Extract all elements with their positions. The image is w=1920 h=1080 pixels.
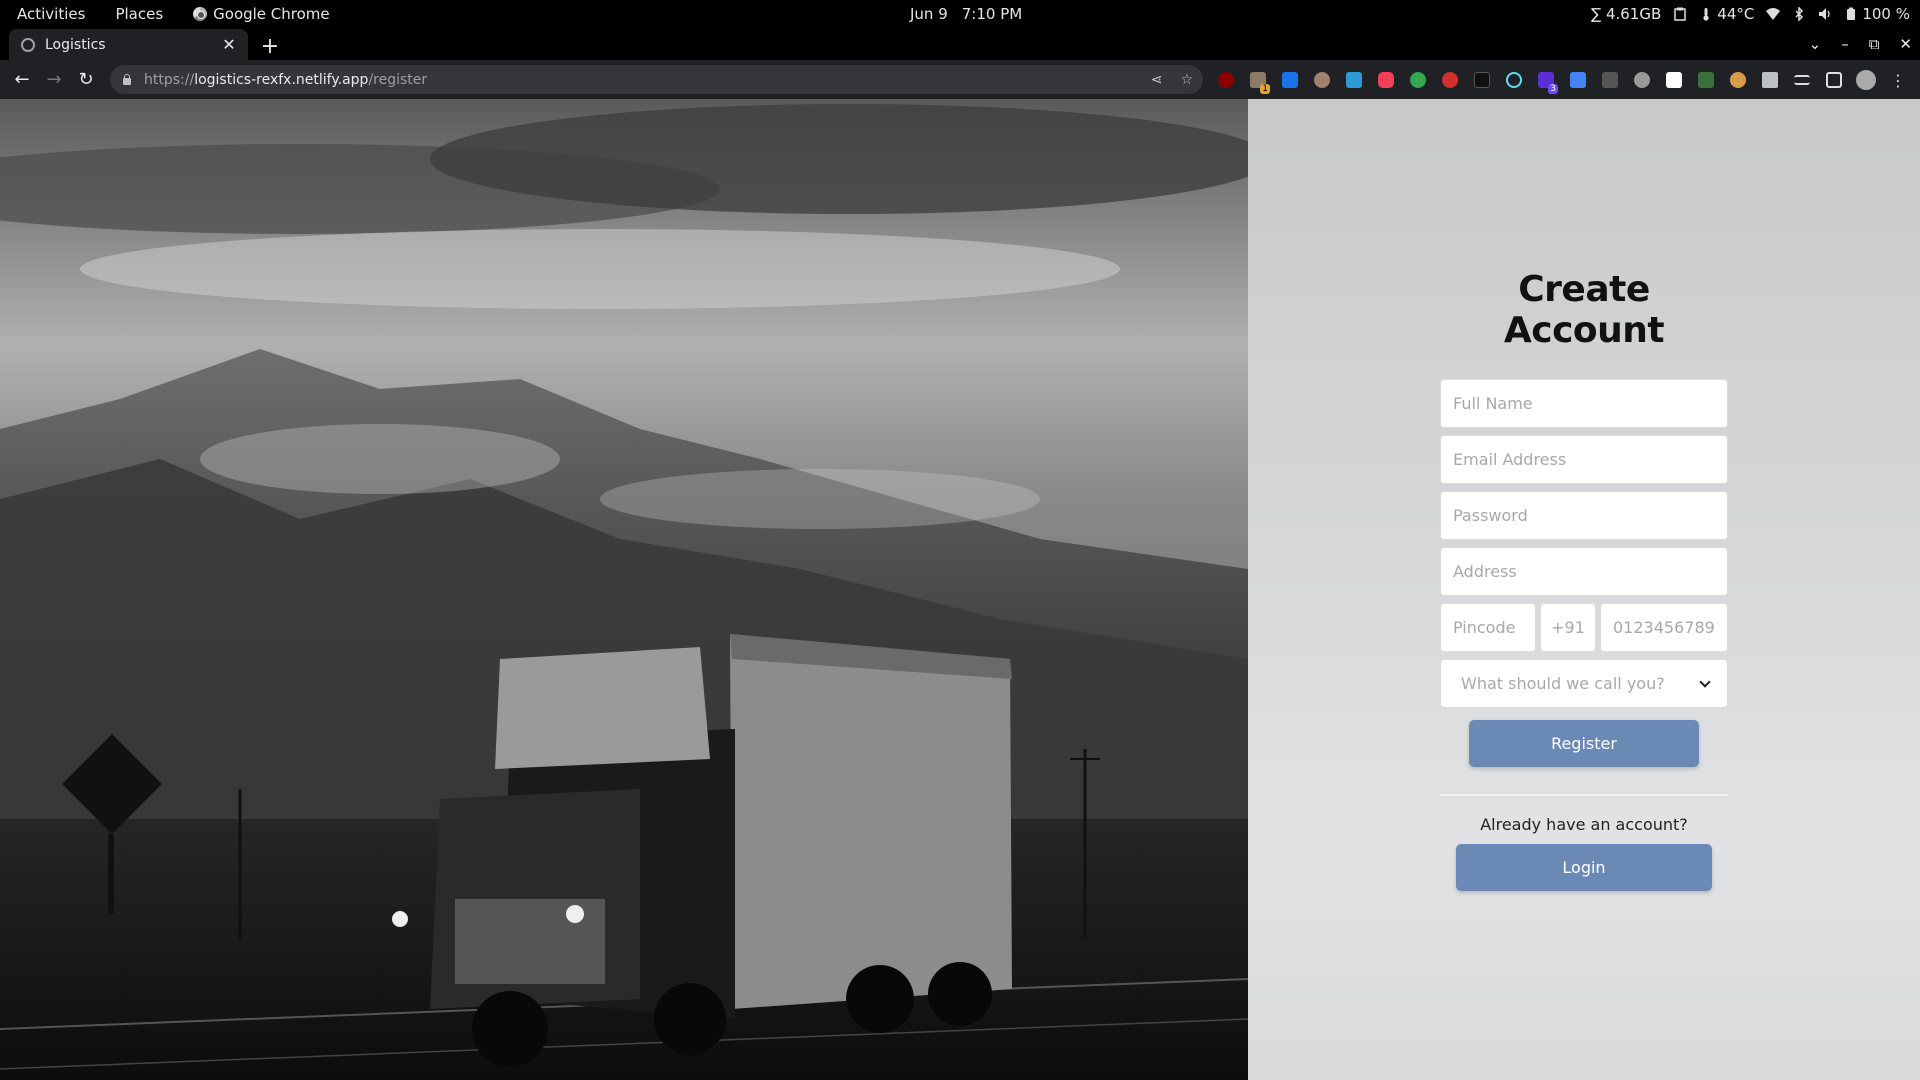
- extension-badge: 1: [1260, 84, 1270, 94]
- pincode-phone-row: Pincode +91 0123456789: [1440, 603, 1728, 652]
- role-select[interactable]: What should we call you?: [1440, 659, 1728, 708]
- register-button[interactable]: Register: [1469, 720, 1699, 767]
- bookmark-extension-icon[interactable]: [1662, 68, 1686, 92]
- battery-icon: [1847, 7, 1856, 20]
- volume-icon[interactable]: [1818, 7, 1832, 21]
- bracket-extension-icon[interactable]: [1598, 68, 1622, 92]
- plus-extension-icon[interactable]: [1406, 68, 1430, 92]
- phone-input[interactable]: 0123456789: [1600, 603, 1728, 652]
- bluetooth-icon[interactable]: [1792, 6, 1806, 21]
- window-extension-icon[interactable]: [1342, 68, 1366, 92]
- tab-logistics[interactable]: Logistics ✕: [9, 29, 248, 60]
- side-panel-icon[interactable]: [1822, 68, 1846, 92]
- url-scheme: https://: [144, 71, 195, 88]
- url-path: /register: [368, 71, 428, 88]
- clock[interactable]: Jun 9 7:10 PM: [910, 0, 1022, 27]
- hero-image-truck: [0, 99, 1248, 1080]
- battery-label: 100 %: [1862, 4, 1910, 23]
- disc-extension-icon[interactable]: [1630, 68, 1654, 92]
- skype-icon[interactable]: [1278, 68, 1302, 92]
- tab-strip: Logistics ✕ + ⌄ – ⧉ ✕: [0, 27, 1920, 60]
- youtube-icon[interactable]: [1470, 68, 1494, 92]
- globe-icon: [21, 37, 35, 52]
- page-content: Create Account Full Name Email Address P…: [0, 99, 1920, 1080]
- owl-extension-icon[interactable]: [1726, 68, 1750, 92]
- divider: [1440, 794, 1728, 796]
- app-menu[interactable]: Google Chrome: [193, 5, 330, 23]
- profile-avatar[interactable]: [1854, 68, 1878, 92]
- time-label: 7:10 PM: [961, 4, 1023, 23]
- memory-indicator[interactable]: ∑ 4.61GB: [1591, 5, 1661, 23]
- minimize-icon[interactable]: –: [1841, 35, 1849, 53]
- places-menu[interactable]: Places: [115, 5, 163, 23]
- extension-badge-icon-2[interactable]: 3: [1534, 68, 1558, 94]
- activities-button[interactable]: Activities: [17, 5, 85, 23]
- full-name-input[interactable]: Full Name: [1440, 379, 1728, 428]
- address-input[interactable]: Address: [1440, 547, 1728, 596]
- cookie-icon[interactable]: [1310, 68, 1334, 92]
- forward-icon[interactable]: →: [38, 64, 70, 96]
- address-bar[interactable]: https://logistics-rexfx.netlify.app/regi…: [110, 65, 1203, 94]
- pincode-input[interactable]: Pincode: [1440, 603, 1536, 652]
- reload-icon[interactable]: ↻: [70, 64, 102, 96]
- system-top-bar: Activities Places Google Chrome Jun 9 7:…: [0, 0, 1920, 27]
- grid-extension-icon[interactable]: [1694, 68, 1718, 92]
- register-form: Create Account Full Name Email Address P…: [1440, 269, 1728, 891]
- temperature-label: 44°C: [1717, 4, 1755, 23]
- red-extension-icon[interactable]: [1438, 68, 1462, 92]
- page-title: Create Account: [1503, 269, 1665, 351]
- country-code-field[interactable]: +91: [1540, 603, 1596, 652]
- reading-list-icon[interactable]: [1790, 68, 1814, 92]
- memory-label: ∑ 4.61GB: [1591, 4, 1662, 23]
- translate-icon[interactable]: [1566, 68, 1590, 92]
- date-label: Jun 9: [910, 4, 948, 23]
- pocket-icon[interactable]: [1374, 68, 1398, 92]
- system-tray[interactable]: ∑ 4.61GB 44°C 100 %: [1591, 0, 1910, 27]
- share-icon[interactable]: ⋖: [1151, 72, 1163, 88]
- lock-icon[interactable]: [122, 74, 132, 85]
- maximize-icon[interactable]: ⧉: [1869, 35, 1880, 53]
- menu-kebab-icon[interactable]: ⋮: [1886, 68, 1910, 92]
- react-devtools-icon[interactable]: [1502, 68, 1526, 92]
- new-tab-button[interactable]: +: [258, 34, 282, 59]
- close-tab-icon[interactable]: ✕: [220, 35, 238, 54]
- close-window-icon[interactable]: ✕: [1899, 35, 1912, 53]
- thermometer-icon: [1703, 7, 1709, 21]
- email-input[interactable]: Email Address: [1440, 435, 1728, 484]
- window-controls: ⌄ – ⧉ ✕: [1809, 31, 1912, 57]
- temperature-indicator[interactable]: 44°C: [1699, 5, 1754, 23]
- extensions-bar: 1 3 ⋮: [1214, 67, 1910, 94]
- role-select-value: What should we call you?: [1461, 674, 1665, 693]
- ublock-icon[interactable]: [1214, 68, 1238, 92]
- wifi-icon[interactable]: [1766, 7, 1781, 21]
- extension-badge-icon[interactable]: 1: [1246, 68, 1270, 94]
- bookmark-star-icon[interactable]: ☆: [1180, 72, 1193, 88]
- already-have-account-text: Already have an account?: [1480, 815, 1688, 834]
- browser-toolbar: ← → ↻ https://logistics-rexfx.netlify.ap…: [0, 60, 1920, 99]
- extension-badge: 3: [1548, 84, 1558, 94]
- chevron-down-icon: [1699, 675, 1711, 688]
- battery-indicator[interactable]: 100 %: [1844, 5, 1910, 23]
- chrome-icon: [193, 6, 208, 21]
- back-icon[interactable]: ←: [6, 64, 38, 96]
- tab-search-icon[interactable]: ⌄: [1809, 35, 1822, 53]
- truck-landscape-illustration: [0, 99, 1248, 1080]
- register-panel: Create Account Full Name Email Address P…: [1248, 99, 1920, 1080]
- tab-title: Logistics: [45, 36, 106, 53]
- clipboard-icon[interactable]: [1673, 7, 1687, 21]
- extensions-puzzle-icon[interactable]: [1758, 68, 1782, 92]
- app-name: Google Chrome: [213, 4, 330, 23]
- login-button[interactable]: Login: [1456, 844, 1712, 891]
- password-input[interactable]: Password: [1440, 491, 1728, 540]
- url-host: logistics-rexfx.netlify.app: [194, 71, 369, 88]
